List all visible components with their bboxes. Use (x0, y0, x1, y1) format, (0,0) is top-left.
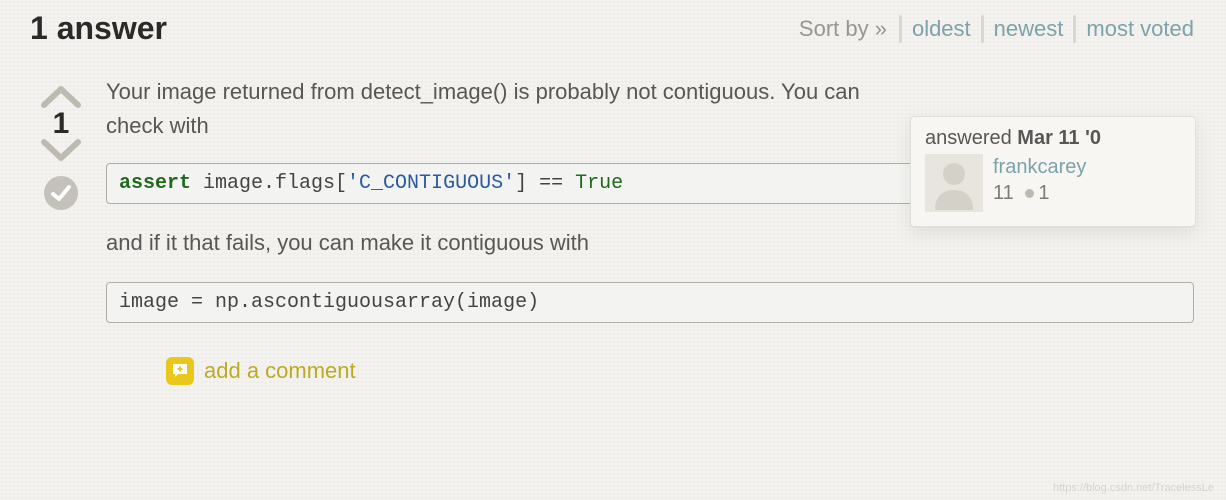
answers-heading: 1 answer (30, 10, 167, 47)
accept-answer-button[interactable] (44, 176, 78, 210)
code-token-string: 'C_CONTIGUOUS' (347, 172, 515, 195)
reputation: 11 (993, 182, 1014, 204)
code-block: image = np.ascontiguousarray(image) (106, 282, 1194, 323)
divider (1073, 15, 1076, 43)
add-comment-button[interactable]: add a comment (166, 357, 1194, 385)
code-token-const: True (575, 172, 623, 195)
divider (899, 15, 902, 43)
comment-icon (166, 357, 194, 385)
sort-tab-newest[interactable]: newest (992, 16, 1066, 42)
answered-prefix: answered (925, 127, 1017, 149)
answer-user-card: answered Mar 11 '0 frankcarey 11 1 (910, 116, 1196, 227)
badge-dot-icon (1025, 189, 1034, 198)
answer-author-link[interactable]: frankcarey (993, 154, 1086, 180)
vote-score: 1 (53, 107, 70, 140)
badge-count: 1 (1038, 182, 1049, 204)
add-comment-label: add a comment (204, 358, 356, 384)
code-token-keyword: assert (119, 172, 191, 195)
watermark: https://blog.csdn.net/TracelessLe (1053, 482, 1214, 494)
answered-line: answered Mar 11 '0 (925, 127, 1181, 150)
avatar-placeholder-icon (925, 154, 983, 212)
answer-paragraph: and if it that fails, you can make it co… (106, 226, 1194, 260)
avatar[interactable] (925, 154, 983, 212)
upvote-button[interactable] (40, 83, 82, 109)
divider (981, 15, 984, 43)
chevron-down-icon (40, 138, 82, 164)
reputation-line: 11 1 (993, 180, 1086, 206)
answered-date: Mar 11 '0 (1017, 127, 1101, 149)
downvote-button[interactable] (40, 138, 82, 164)
sort-bar: Sort by » oldest newest most voted (799, 15, 1196, 43)
code-text: image = np.ascontiguousarray(image) (119, 291, 539, 314)
answer-paragraph: Your image returned from detect_image() … (106, 75, 886, 143)
sort-label: Sort by » (799, 16, 891, 42)
code-token: ] == (515, 172, 575, 195)
chevron-up-icon (40, 83, 82, 109)
check-icon (50, 182, 72, 204)
sort-tab-most-voted[interactable]: most voted (1084, 16, 1196, 42)
sort-tab-oldest[interactable]: oldest (910, 16, 973, 42)
code-token: image.flags[ (191, 172, 347, 195)
